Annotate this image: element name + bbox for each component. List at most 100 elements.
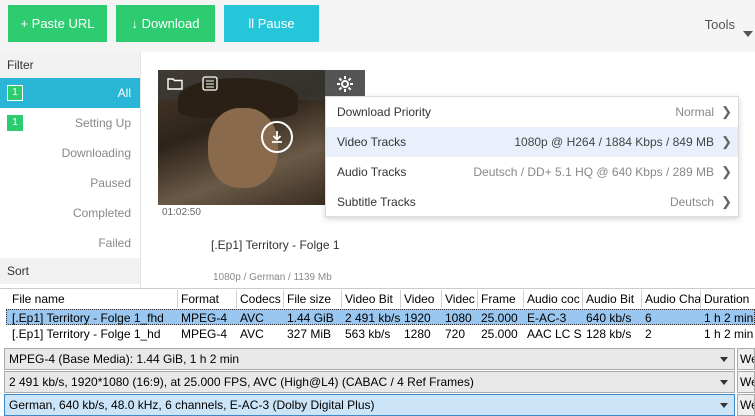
video-info-text: 2 491 kb/s, 1920*1080 (16:9), at 25.000 …: [9, 375, 474, 389]
column-header-codecs[interactable]: Codecs: [237, 290, 284, 308]
table-cell: [.Ep1] Territory - Folge 1_fhd: [12, 311, 164, 325]
menu-item-audio-tracks[interactable]: Audio Tracks Deutsch / DD+ 5.1 HQ @ 640 …: [326, 157, 738, 187]
chevron-down-icon: [720, 380, 728, 385]
menu-item-value: Normal: [675, 105, 714, 119]
table-row[interactable]: [.Ep1] Territory - Folge 1_fhd MPEG-4 AV…: [6, 309, 755, 325]
table-cell: 640 kb/s: [586, 311, 632, 325]
table-cell: E-AC-3: [527, 311, 567, 325]
table-cell: 1 h 2 min: [704, 327, 754, 341]
chevron-down-icon: [720, 357, 728, 362]
sidebar-item-completed[interactable]: Completed: [0, 198, 140, 228]
table-cell: 1080: [445, 311, 472, 325]
item-title: [.Ep1] Territory - Folge 1: [211, 238, 340, 252]
menu-item-label: Subtitle Tracks: [337, 195, 416, 209]
sidebar-item-all[interactable]: 1 All: [0, 78, 140, 108]
chevron-down-icon: [720, 403, 728, 408]
container-info-select[interactable]: MPEG-4 (Base Media): 1.44 GiB, 1 h 2 min: [4, 348, 735, 370]
pause-label: ll Pause: [248, 16, 295, 31]
table-cell: 25.000: [481, 311, 518, 325]
sidebar-item-setting-up[interactable]: 1 Setting Up: [0, 108, 140, 138]
menu-item-value: Deutsch / DD+ 5.1 HQ @ 640 Kbps / 289 MB: [473, 165, 714, 179]
menu-item-value: 1080p @ H264 / 1884 Kbps / 849 MB: [514, 135, 714, 149]
download-button[interactable]: ↓ Download: [116, 5, 215, 42]
count-badge: 1: [7, 115, 23, 131]
table-cell: MPEG-4: [181, 311, 228, 325]
filter-heading: Filter: [0, 52, 140, 78]
tools-caret-icon[interactable]: [743, 31, 753, 37]
table-cell: 128 kb/s: [586, 327, 632, 341]
table-header: File name Format Codecs File size Video …: [6, 290, 755, 308]
table-cell: 2: [645, 327, 652, 341]
column-header-audio-bitrate[interactable]: Audio Bit: [583, 290, 642, 308]
paste-url-label: + Paste URL: [20, 16, 95, 31]
gear-icon[interactable]: [325, 70, 365, 97]
item-subtitle: 1080p / German / 1139 Mb: [213, 272, 332, 283]
side-button[interactable]: We: [737, 394, 755, 416]
list-icon[interactable]: [201, 74, 219, 92]
table-cell: AAC LC S: [527, 327, 582, 341]
count-badge: 1: [7, 85, 23, 101]
sidebar-item-paused[interactable]: Paused: [0, 168, 140, 198]
table-cell: 2 491 kb/s: [345, 311, 401, 325]
menu-item-subtitle-tracks[interactable]: Subtitle Tracks Deutsch ❯: [326, 187, 738, 217]
menu-item-value: Deutsch: [669, 195, 714, 209]
table-cell: 1280: [404, 327, 431, 341]
table-cell: 1.44 GiB: [287, 311, 334, 325]
paste-url-button[interactable]: + Paste URL: [8, 5, 107, 42]
table-cell: 25.000: [481, 327, 518, 341]
table-cell: 1920: [404, 311, 431, 325]
sidebar-item-label: Paused: [90, 176, 131, 190]
sidebar: Filter 1 All 1 Setting Up Downloading Pa…: [0, 52, 141, 288]
sidebar-item-label: Downloading: [61, 146, 131, 160]
side-button[interactable]: We: [737, 348, 755, 370]
menu-item-label: Audio Tracks: [337, 165, 407, 179]
tools-menu[interactable]: Tools: [705, 17, 735, 32]
table-row[interactable]: [.Ep1] Territory - Folge 1_hd MPEG-4 AVC…: [6, 326, 755, 342]
side-button[interactable]: We: [737, 371, 755, 393]
sort-heading: Sort: [0, 258, 140, 284]
menu-item-download-priority[interactable]: Download Priority Normal ❯: [326, 97, 738, 127]
menu-item-label: Download Priority: [337, 105, 432, 119]
folder-icon[interactable]: [166, 74, 184, 92]
audio-info-select[interactable]: German, 640 kb/s, 48.0 kHz, 6 channels, …: [4, 394, 735, 416]
column-header-video-width[interactable]: Video: [401, 290, 442, 308]
download-label: ↓ Download: [131, 16, 200, 31]
sidebar-item-label: Setting Up: [74, 116, 131, 130]
column-header-format[interactable]: Format: [178, 290, 237, 308]
chevron-right-icon: ❯: [721, 164, 732, 179]
table-cell: MPEG-4: [181, 327, 228, 341]
duration-label: 01:02:50: [162, 207, 201, 218]
column-header-frame-rate[interactable]: Frame: [478, 290, 524, 308]
sidebar-item-failed[interactable]: Failed: [0, 228, 140, 258]
chevron-right-icon: ❯: [721, 104, 732, 119]
table-cell: 1 h 2 min: [704, 311, 754, 325]
column-header-file-size[interactable]: File size: [284, 290, 342, 308]
audio-info-text: German, 640 kb/s, 48.0 kHz, 6 channels, …: [9, 398, 375, 412]
table-cell: AVC: [240, 311, 264, 325]
column-header-audio-codec[interactable]: Audio coc: [524, 290, 583, 308]
table-cell: AVC: [240, 327, 264, 341]
sidebar-item-label: Failed: [98, 236, 131, 250]
column-header-video-height[interactable]: Videc: [442, 290, 478, 308]
table-cell: [.Ep1] Territory - Folge 1_hd: [12, 327, 161, 341]
column-header-video-bitrate[interactable]: Video Bit: [342, 290, 401, 308]
table-cell: 563 kb/s: [345, 327, 391, 341]
sidebar-item-downloading[interactable]: Downloading: [0, 138, 140, 168]
chevron-right-icon: ❯: [721, 134, 732, 149]
table-cell: 6: [645, 311, 652, 325]
download-circle-icon[interactable]: [261, 121, 293, 153]
column-header-duration[interactable]: Duration: [701, 290, 755, 308]
pause-button[interactable]: ll Pause: [224, 5, 319, 42]
container-info-text: MPEG-4 (Base Media): 1.44 GiB, 1 h 2 min: [9, 352, 240, 366]
sidebar-item-label: Completed: [72, 206, 131, 220]
column-header-audio-channels[interactable]: Audio Cha: [642, 290, 701, 308]
sidebar-item-label: All: [117, 86, 131, 100]
close-icon[interactable]: [368, 70, 396, 97]
file-table: File name Format Codecs File size Video …: [0, 288, 755, 344]
app-window: + Paste URL ↓ Download ll Pause Tools Fi…: [0, 0, 755, 416]
menu-item-video-tracks[interactable]: Video Tracks 1080p @ H264 / 1884 Kbps / …: [326, 127, 738, 157]
menu-item-label: Video Tracks: [337, 135, 407, 149]
table-cell: 720: [445, 327, 466, 341]
column-header-file-name[interactable]: File name: [9, 290, 178, 308]
video-info-select[interactable]: 2 491 kb/s, 1920*1080 (16:9), at 25.000 …: [4, 371, 735, 393]
